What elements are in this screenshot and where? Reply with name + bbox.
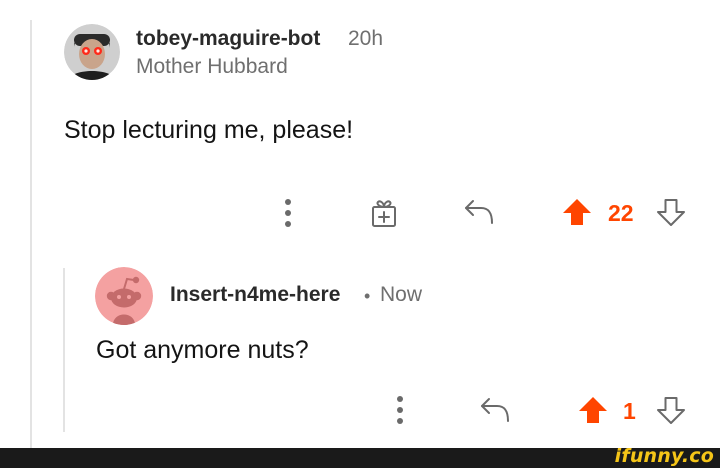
reply-icon[interactable]	[478, 394, 512, 426]
reply-age: Now	[380, 283, 423, 306]
reply-comment-body: Got anymore nuts?	[96, 336, 309, 364]
thread-line-reply	[63, 268, 65, 432]
parent-age: 20h	[348, 27, 384, 50]
reply-username[interactable]: Insert-n4me-here	[170, 283, 340, 307]
parent-comment-body: Stop lecturing me, please!	[64, 116, 354, 144]
avatar[interactable]	[64, 24, 120, 80]
ifunny-watermark: ifunny.co	[614, 445, 714, 467]
parent-username[interactable]: tobey-maguire-bot	[136, 27, 320, 51]
parent-flair: Mother Hubbard	[136, 55, 288, 78]
reply-icon[interactable]	[462, 196, 496, 228]
downvote-arrow-icon[interactable]	[654, 393, 688, 427]
downvote-arrow-icon[interactable]	[654, 195, 688, 229]
parent-score: 22	[608, 200, 634, 226]
more-vertical-icon[interactable]	[389, 393, 411, 427]
gift-award-icon[interactable]	[366, 195, 402, 231]
watermark-bar: ifunny.co	[0, 445, 720, 468]
thread-line-parent	[30, 20, 32, 448]
avatar[interactable]	[95, 267, 153, 325]
more-vertical-icon[interactable]	[277, 196, 299, 230]
reply-separator: •	[364, 286, 371, 306]
upvote-arrow-icon[interactable]	[560, 195, 594, 229]
upvote-arrow-icon[interactable]	[576, 393, 610, 427]
reply-score: 1	[623, 398, 636, 424]
